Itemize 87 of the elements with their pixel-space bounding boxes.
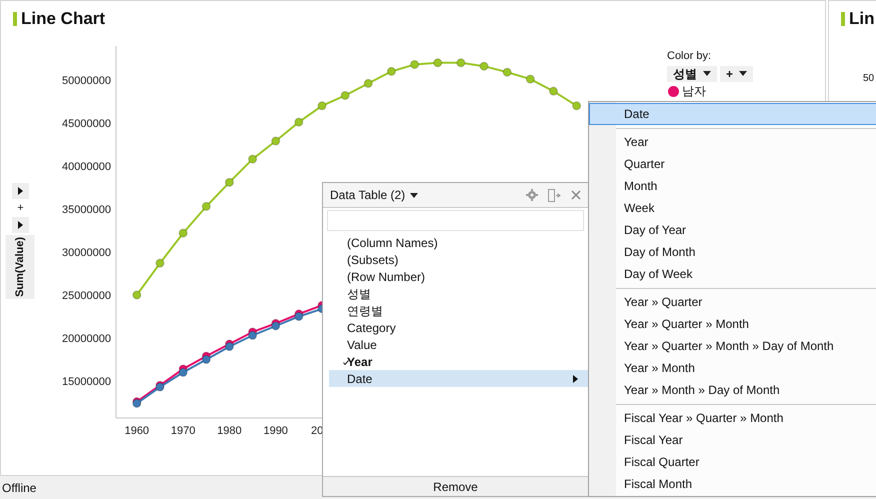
- y-tick-label: 30000000: [62, 247, 111, 259]
- caret-icon: [703, 71, 711, 76]
- caret-icon: [410, 192, 418, 198]
- menu-item[interactable]: Day of Month: [589, 241, 876, 263]
- color-by-label: Color by:: [667, 49, 712, 64]
- caret-icon: [18, 221, 23, 229]
- data-point: [386, 66, 396, 76]
- column-item[interactable]: Value: [329, 336, 588, 353]
- data-point: [548, 86, 558, 96]
- data-point: [224, 178, 234, 187]
- close-icon[interactable]: [571, 190, 581, 200]
- menu-item[interactable]: Year » Quarter: [589, 291, 876, 313]
- y-tick-label: 50: [863, 72, 874, 86]
- y-tick-label: 20000000: [62, 333, 111, 345]
- column-item[interactable]: 성별: [329, 285, 588, 302]
- column-item[interactable]: 연령별: [329, 302, 588, 319]
- menu-item[interactable]: Day of Week: [589, 263, 876, 285]
- settings-icon[interactable]: [526, 189, 538, 201]
- menu-item[interactable]: Date: [589, 103, 876, 125]
- y-tick-label: 40000000: [62, 160, 111, 173]
- caret-icon: [18, 187, 23, 195]
- data-point: [224, 342, 234, 352]
- menu-item[interactable]: Month: [589, 175, 876, 197]
- status-text: Offline: [2, 480, 36, 496]
- menu-item[interactable]: Fiscal Month: [589, 473, 876, 495]
- expand-button[interactable]: [12, 217, 29, 233]
- data-point: [132, 290, 142, 300]
- data-point: [456, 58, 466, 68]
- data-point: [155, 258, 164, 268]
- y-tick-label: 25000000: [62, 290, 111, 302]
- x-tick-label: 1970: [170, 425, 196, 437]
- data-point: [433, 58, 442, 68]
- y-tick-label: 50000000: [62, 74, 111, 87]
- add-axis-button[interactable]: +: [12, 201, 29, 215]
- column-item[interactable]: Date: [329, 370, 588, 387]
- menu-item[interactable]: Fiscal Quarter: [589, 451, 876, 473]
- menu-item[interactable]: Day of Year: [589, 219, 876, 241]
- menu-item[interactable]: Year: [589, 131, 876, 153]
- column-item[interactable]: (Row Number): [329, 268, 588, 285]
- remove-button[interactable]: Remove: [323, 476, 588, 496]
- data-point: [364, 78, 373, 88]
- menu-item[interactable]: Year » Quarter » Month » Day of Month: [589, 335, 876, 357]
- data-point: [202, 355, 211, 364]
- menu-item[interactable]: Week: [589, 197, 876, 219]
- data-point: [340, 90, 350, 100]
- x-tick-label: 1960: [124, 425, 150, 437]
- column-item[interactable]: (Subsets): [329, 251, 588, 268]
- menu-item[interactable]: Year » Quarter » Month: [589, 313, 876, 335]
- title-accent-icon: [841, 12, 845, 26]
- data-point: [248, 154, 258, 164]
- menu-item[interactable]: Year » Month: [589, 357, 876, 379]
- color-column-dropdown[interactable]: 성별: [667, 66, 717, 82]
- data-point: [271, 136, 280, 146]
- data-point: [294, 312, 304, 321]
- expand-button[interactable]: [12, 183, 29, 199]
- data-point: [178, 228, 188, 238]
- panel-title: Line Chart: [21, 8, 106, 30]
- data-point: [572, 101, 582, 110]
- data-point: [526, 74, 535, 84]
- menu-item[interactable]: Year » Month » Day of Month: [589, 379, 876, 401]
- data-point: [480, 62, 489, 71]
- data-point: [318, 101, 326, 110]
- export-icon[interactable]: [548, 188, 561, 202]
- menu-item[interactable]: Fiscal Year » Quarter » Month: [589, 407, 876, 429]
- title-accent-icon: [13, 12, 17, 26]
- data-point: [410, 60, 420, 69]
- y-axis-label[interactable]: Sum(Value): [6, 235, 35, 299]
- caret-icon: [739, 71, 748, 76]
- menu-item[interactable]: Fiscal Year: [589, 429, 876, 451]
- checkmark-icon: [343, 360, 349, 365]
- data-point: [271, 321, 280, 330]
- x-tick-label: 1980: [217, 425, 242, 437]
- column-item[interactable]: Year: [329, 353, 588, 370]
- data-point: [502, 68, 512, 77]
- y-tick-label: 45000000: [62, 118, 111, 130]
- data-point: [202, 202, 211, 211]
- legend-label: 남자: [682, 84, 706, 98]
- y-tick-label: 35000000: [62, 204, 111, 216]
- menu-item[interactable]: Quarter: [589, 153, 876, 175]
- search-field[interactable]: [327, 210, 584, 231]
- y-tick-label: 15000000: [62, 376, 111, 388]
- x-tick-label: 1990: [263, 425, 288, 437]
- panel-title: Lin: [849, 8, 874, 30]
- column-item[interactable]: Category: [329, 319, 588, 336]
- add-color-dropdown[interactable]: +: [720, 66, 754, 82]
- data-point: [294, 118, 304, 127]
- column-item[interactable]: (Column Names): [329, 234, 588, 251]
